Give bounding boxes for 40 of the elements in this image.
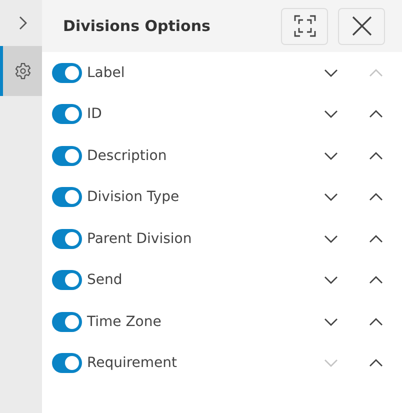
toggle-switch[interactable] [52, 62, 82, 83]
chevron-down-icon [324, 110, 338, 118]
fullscreen-icon [294, 15, 316, 37]
field-label: Label [87, 64, 126, 81]
field-label: Parent Division [87, 230, 193, 247]
chevron-down-icon [324, 318, 338, 326]
toggle-switch[interactable] [52, 187, 82, 208]
chevron-up-icon [369, 68, 383, 77]
field-label: Time Zone [87, 314, 162, 330]
chevron-down-icon [324, 152, 338, 160]
chevron-up-icon [369, 359, 383, 368]
chevron-down-icon [324, 276, 338, 284]
chevron-up-icon [369, 193, 383, 202]
chevron-down-icon [324, 68, 338, 77]
chevron-up-icon [369, 318, 383, 326]
chevron-up-icon [369, 276, 383, 284]
field-label: Send [87, 272, 124, 288]
chevron-down-icon [324, 234, 338, 243]
settings-tab[interactable] [0, 46, 42, 96]
toggle-switch[interactable] [52, 228, 82, 249]
chevron-down-icon [324, 193, 338, 202]
field-label: Division Type [87, 189, 180, 206]
field-label: Description [87, 148, 168, 164]
field-label: ID [87, 106, 103, 122]
chevron-up-icon [369, 234, 383, 243]
toggle-switch[interactable] [52, 312, 82, 332]
toggle-switch[interactable] [52, 353, 82, 374]
toggle-switch[interactable] [52, 146, 82, 166]
settings-icon [14, 62, 32, 80]
close-icon [350, 15, 372, 37]
chevron-up-icon [369, 110, 383, 118]
close-button[interactable] [338, 8, 385, 44]
chevron-up-icon [369, 152, 383, 160]
fullscreen-button[interactable] [281, 8, 328, 44]
chevron-right-icon [18, 16, 28, 30]
toggle-switch[interactable] [52, 270, 82, 290]
chevron-down-icon [324, 359, 338, 368]
field-label: Requirement [87, 355, 178, 372]
toggle-switch[interactable] [52, 104, 82, 124]
panel-title: Divisions Options [63, 17, 210, 35]
